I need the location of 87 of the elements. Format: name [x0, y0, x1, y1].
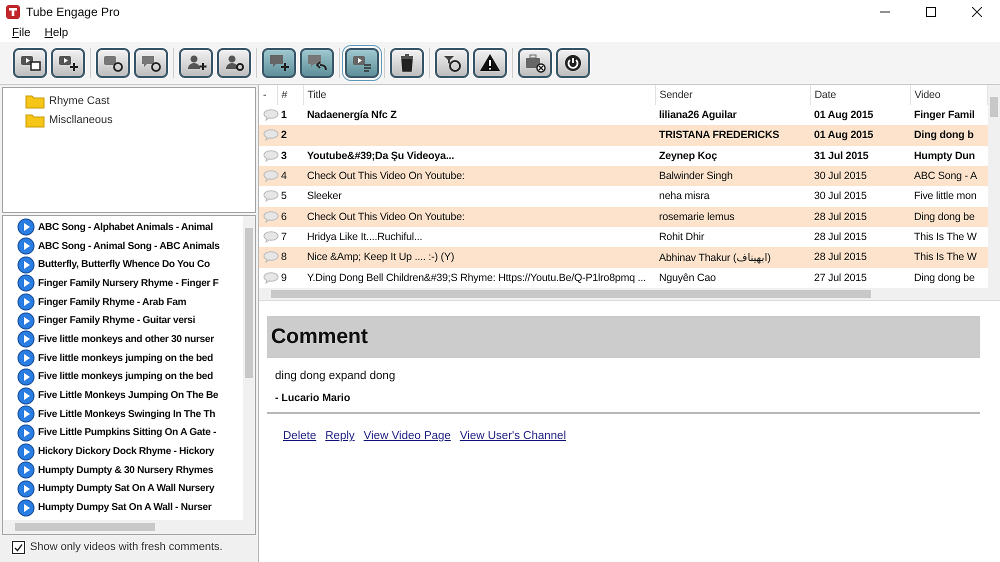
comment-row[interactable]: 3 Youtube&#39;Da Şu Videoya... Zeynep Koç 31 Jul 2015 Humpty Dun [259, 146, 988, 166]
play-icon [17, 218, 35, 236]
video-item[interactable]: Five little monkeys and other 30 nurser [17, 330, 243, 349]
checkmark-icon [14, 542, 23, 552]
play-icon [17, 293, 35, 312]
play-icon [17, 330, 35, 348]
play-icon [17, 368, 35, 386]
user-add-button[interactable] [179, 48, 213, 78]
folder-icon [25, 92, 45, 108]
video-item[interactable]: Five Little Pumpkins Sitting On A Gate - [17, 424, 243, 442]
video-item[interactable]: Finger Family Rhyme - Arab Fam [17, 292, 243, 312]
video-item[interactable]: ABC Song - Alphabet Animals - Animal [17, 218, 243, 237]
menu-item[interactable]: Help [44, 27, 68, 39]
comment-text: ding dong expand dong [274, 369, 396, 384]
comment-author: - Lucario Mario [267, 386, 980, 414]
play-icon [17, 424, 35, 442]
video-item[interactable]: Five little monkeys jumping on the bed [17, 368, 243, 386]
speech-bubble-icon [263, 210, 279, 223]
comment-add-button[interactable] [262, 48, 296, 78]
comment-row[interactable]: 2 TRISTANA FREDERICKS 01 Aug 2015 Ding dong b [259, 125, 988, 146]
folder-item[interactable]: Rhyme Cast [25, 91, 255, 110]
video-item[interactable]: Humpty Dumpty Sat On A Wall Nursery [17, 480, 243, 498]
scrollbar[interactable] [988, 85, 1000, 288]
maximize-icon [926, 7, 936, 17]
comment-row[interactable]: 4 Check Out This Video On Youtube: Balwinder Singh 30 Jul 2015 ABC Song - A [259, 166, 988, 186]
action-link[interactable]: View Video Page [364, 430, 451, 442]
video-item[interactable]: Finger Family Rhyme - Guitar versi [17, 311, 243, 330]
column-header[interactable]: Date [810, 85, 910, 105]
play-icon [17, 498, 35, 517]
video-item[interactable]: Humpty Dumpy Sat On A Wall - Nurser [17, 498, 243, 517]
app-logo-icon [6, 5, 20, 19]
column-header[interactable]: Title [303, 85, 655, 105]
video-item[interactable]: Humpty Dumpty & 30 Nursery Rhymes [17, 460, 243, 480]
video-item[interactable]: Finger Family Nursery Rhyme - Finger F [17, 274, 243, 293]
play-icon [17, 274, 35, 292]
fresh-comments-checkbox[interactable]: Show only videos with fresh comments. [0, 535, 258, 559]
play-icon [17, 349, 35, 368]
action-link[interactable]: View User's Channel [460, 430, 566, 442]
video-item[interactable]: Five little monkeys jumping on the bed [17, 348, 243, 368]
video-item[interactable]: Hickory Dickory Dock Rhyme - Hickory [17, 442, 243, 461]
scrollbar[interactable] [259, 288, 1000, 300]
speech-bubble-icon [263, 109, 279, 121]
video-list-button[interactable] [345, 48, 379, 78]
play-icon [17, 237, 35, 256]
close-icon [972, 7, 982, 17]
play-icon [17, 480, 35, 498]
comment-row[interactable]: 7 Hridya Like It....Ruchiful... Rohit Dhir 28 Jul 2015 This Is The W [259, 226, 988, 248]
speech-bubble-icon [263, 190, 279, 202]
filter-button[interactable] [435, 48, 469, 78]
scrollbar[interactable] [3, 520, 255, 534]
action-link[interactable]: Reply [325, 430, 355, 442]
column-header[interactable]: Sender [655, 85, 810, 105]
speech-bubble-icon [263, 170, 279, 182]
column-header[interactable]: # [277, 85, 303, 105]
play-icon [17, 461, 35, 480]
window-title: Tube Engage Pro [26, 5, 121, 19]
comment-row[interactable]: 5 Sleeker neha misra 30 Jul 2015 Five little mon [259, 186, 988, 207]
play-icon [17, 442, 35, 461]
play-icon [17, 256, 35, 274]
video-item[interactable]: ABC Song - Animal Song - ABC Animals [17, 236, 243, 256]
scrollbar[interactable] [243, 216, 255, 520]
play-icon [17, 386, 35, 405]
action-link[interactable]: Delete [283, 430, 316, 442]
comment-row[interactable]: 1 Nadaenergía Nfc Z liliana26 Aguilar 01 Aug 2015 Finger Famil [259, 104, 988, 126]
play-icon [17, 405, 35, 424]
video-item[interactable]: Five Little Monkeys Swinging In The Th [17, 404, 243, 424]
comment-row[interactable]: 9 Y.Ding Dong Bell Children&#39;S Rhyme: Https://Youtu.Be/Q-P1lro8pmq ... Nguyên Cao 27 Jul 2015 Ding dong be [259, 268, 988, 288]
speech-bubble-icon [263, 272, 279, 284]
menu-item[interactable]: File [12, 27, 31, 39]
comment-heading: Comment [267, 316, 980, 358]
speech-bubble-icon [263, 150, 279, 162]
speech-bubble-icon [263, 129, 279, 142]
video-add-button[interactable] [51, 48, 85, 78]
briefcase-remove-button[interactable] [518, 48, 552, 78]
folder-icon [25, 112, 45, 128]
power-button[interactable] [556, 48, 590, 78]
speech-bubble-icon [263, 251, 279, 264]
play-icon [17, 312, 35, 330]
comment-reply-button[interactable] [300, 48, 334, 78]
comment-row[interactable]: 6 Check Out This Video On Youtube: rosemarie lemus 28 Jul 2015 Ding dong be [259, 206, 988, 227]
folder-item[interactable]: Miscllaneous [25, 110, 255, 129]
trash-button[interactable] [390, 48, 424, 78]
warning-button[interactable] [473, 48, 507, 78]
video-item[interactable]: Five Little Monkeys Jumping On The Be [17, 386, 243, 405]
speech-bubble-icon [263, 231, 279, 244]
column-header[interactable]: - [259, 85, 277, 105]
video-item[interactable]: Butterfly, Butterfly Whence Do You Co [17, 255, 243, 274]
